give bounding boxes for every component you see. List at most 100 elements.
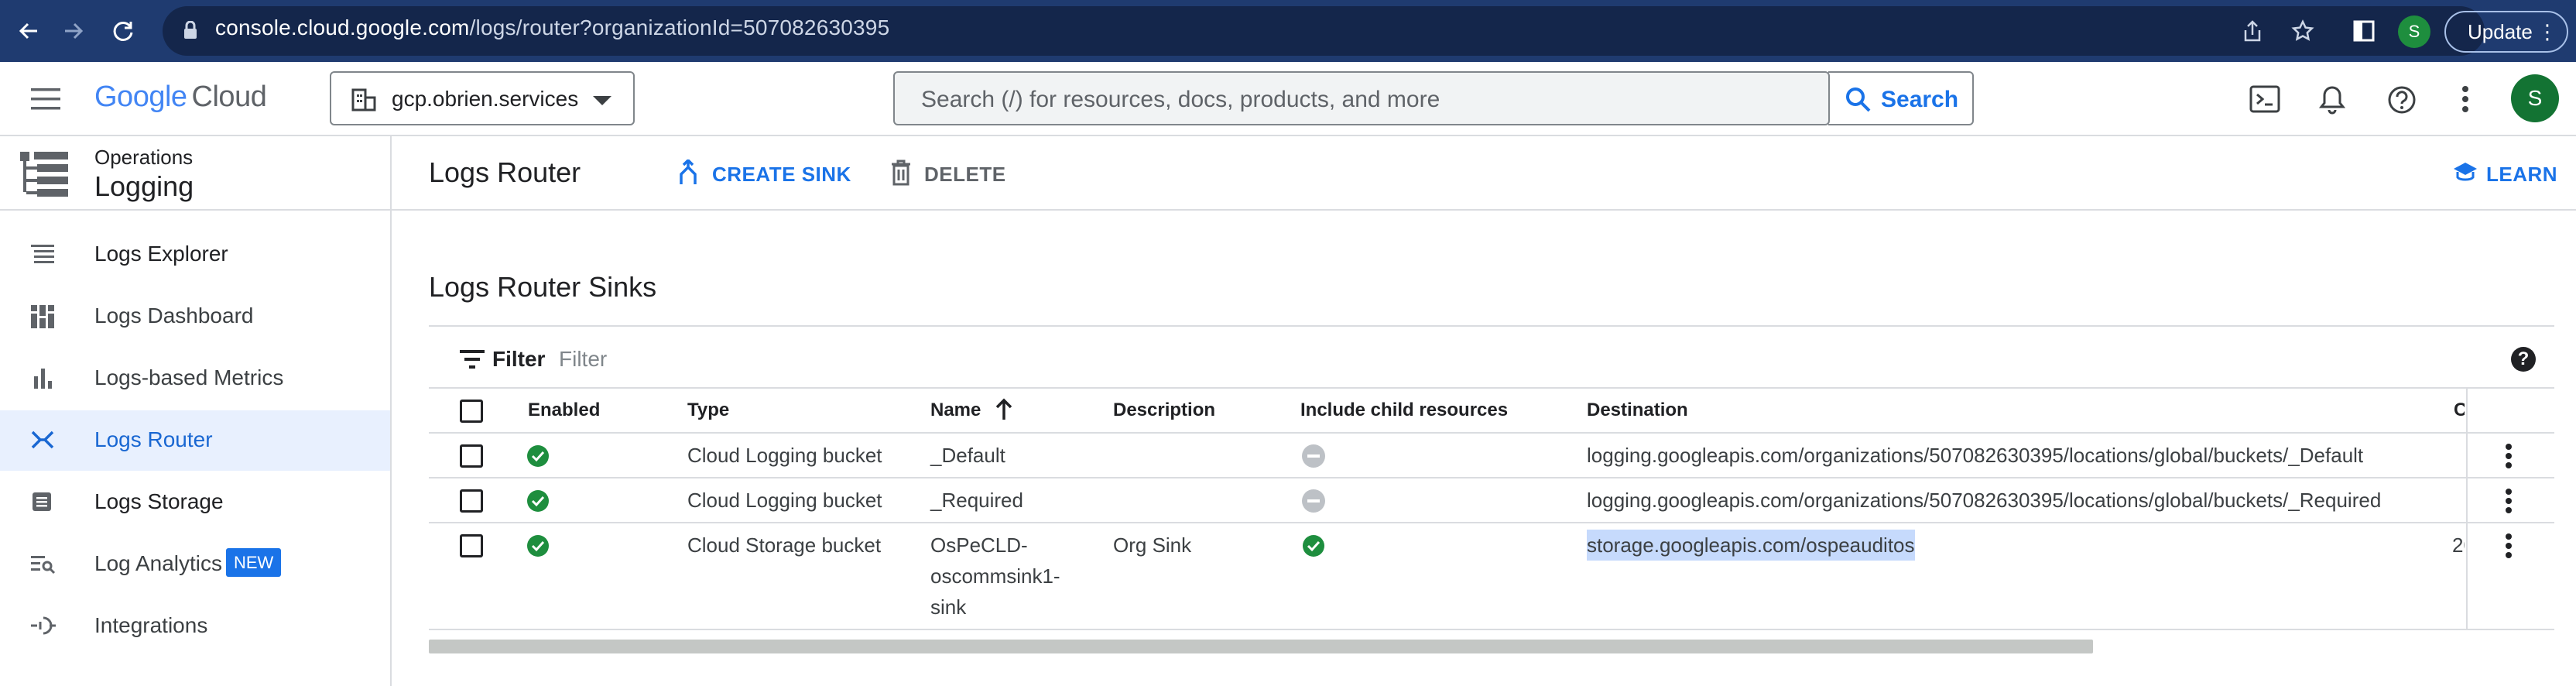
table-row[interactable]: Cloud Logging bucket _Default logging.go…: [429, 434, 2554, 478]
page-toolbar: Logs Router CREATE SINK DELETE LEARN: [392, 136, 2576, 211]
logo-google: Google: [94, 81, 187, 113]
reload-icon[interactable]: [111, 0, 135, 62]
more-vert-icon[interactable]: [2461, 85, 2469, 117]
list-icon: [31, 243, 54, 269]
google-cloud-logo[interactable]: Google Cloud: [94, 81, 267, 114]
row-checkbox[interactable]: [460, 489, 483, 513]
cell-destination[interactable]: storage.googleapis.com/ospeauditos: [1587, 530, 1915, 561]
sidebar-item-logs-storage[interactable]: Logs Storage: [0, 472, 390, 533]
sidebar-item-logs-router[interactable]: Logs Router: [0, 410, 390, 471]
cloud-header: Google Cloud gcp.obrien.services Search (…: [0, 62, 2576, 136]
search-input[interactable]: Search (/) for resources, docs, products…: [893, 71, 1830, 125]
sinks-table: Enabled Type Name Description Include ch…: [429, 389, 2554, 630]
select-all-checkbox[interactable]: [460, 400, 483, 423]
side-panel-icon[interactable]: [2353, 0, 2375, 62]
sidebar-item-log-analytics[interactable]: Log Analytics NEW: [0, 534, 390, 595]
search-button[interactable]: Search: [1828, 71, 1974, 125]
logo-cloud: Cloud: [191, 81, 267, 113]
new-badge: NEW: [226, 548, 282, 577]
cell-name-line[interactable]: sink: [930, 592, 966, 623]
forward-icon[interactable]: [62, 0, 85, 62]
column-destination[interactable]: Destination: [1587, 400, 1688, 421]
analytics-icon: [31, 553, 56, 578]
filter-label: Filter: [492, 347, 546, 371]
row-checkbox[interactable]: [460, 444, 483, 468]
included-check-icon: [1303, 535, 1324, 557]
sidebar-item-label: Logs Dashboard: [94, 304, 254, 328]
column-name[interactable]: Name: [930, 400, 981, 421]
section-title: Logs Router Sinks: [429, 271, 657, 303]
sort-ascending-icon[interactable]: [994, 398, 1014, 425]
filter-icon[interactable]: [460, 350, 485, 372]
resource-picker[interactable]: gcp.obrien.services: [330, 71, 635, 125]
row-actions-icon[interactable]: [2505, 443, 2513, 469]
cloud-shell-icon[interactable]: [2249, 85, 2280, 117]
org-name: gcp.obrien.services: [392, 87, 579, 111]
table-row[interactable]: Cloud Logging bucket _Required logging.g…: [429, 478, 2554, 523]
filter-bar: Filter Filter ?: [429, 325, 2554, 389]
share-icon[interactable]: [2242, 0, 2263, 62]
chrome-menu-icon[interactable]: ⋮: [2537, 12, 2557, 51]
lock-icon[interactable]: [183, 21, 198, 39]
cell-type: Cloud Logging bucket: [687, 489, 882, 512]
filter-input[interactable]: Filter: [559, 347, 607, 372]
storage-icon: [31, 491, 53, 516]
column-type[interactable]: Type: [687, 400, 729, 421]
sidebar-item-label: Logs-based Metrics: [94, 365, 284, 389]
column-include-child[interactable]: Include child resources: [1300, 400, 1508, 421]
horizontal-scrollbar[interactable]: [429, 640, 2093, 653]
delete-button[interactable]: DELETE: [890, 159, 1014, 190]
column-created[interactable]: C: [2454, 400, 2465, 421]
account-avatar[interactable]: S: [2511, 74, 2559, 122]
cell-name-line[interactable]: OsPeCLD-: [930, 530, 1028, 561]
cell-type: Cloud Storage bucket: [687, 533, 882, 557]
chrome-profile-avatar[interactable]: S: [2398, 15, 2430, 48]
table-row[interactable]: Cloud Storage bucket OsPeCLD- oscommsink…: [429, 523, 2554, 630]
row-actions-icon[interactable]: [2505, 488, 2513, 514]
enabled-check-icon: [527, 445, 549, 467]
sidebar-item-label: Logs Router: [94, 427, 213, 451]
update-button[interactable]: Update ⋮: [2444, 11, 2568, 53]
column-enabled[interactable]: Enabled: [528, 400, 600, 421]
cell-name[interactable]: _Required: [930, 485, 1023, 516]
enabled-check-icon: [527, 490, 549, 512]
notifications-icon[interactable]: [2318, 85, 2346, 118]
sidebar-item-logs-explorer[interactable]: Logs Explorer: [0, 225, 390, 285]
bar-chart-icon: [31, 367, 54, 393]
row-actions-icon[interactable]: [2505, 533, 2513, 559]
create-sink-button[interactable]: CREATE SINK: [678, 158, 856, 191]
url-host: console.cloud.google.com: [215, 15, 470, 39]
search-icon: [1845, 87, 1872, 119]
cell-destination[interactable]: logging.googleapis.com/organizations/507…: [1587, 440, 2363, 471]
product-name: Logging: [94, 170, 194, 202]
url-path: /logs/router?organizationId=507082630395: [469, 15, 890, 39]
chevron-down-icon: [593, 96, 611, 105]
help-icon[interactable]: [2387, 85, 2417, 118]
cell-name[interactable]: _Default: [930, 440, 1005, 471]
back-icon[interactable]: [17, 0, 40, 62]
bookmark-star-icon[interactable]: [2291, 0, 2314, 62]
row-checkbox[interactable]: [460, 534, 483, 557]
browser-toolbar: console.cloud.google.com/logs/router?org…: [0, 0, 2576, 62]
cell-name-line[interactable]: oscommsink1-: [930, 561, 1060, 592]
product-header: Operations Logging: [0, 136, 390, 211]
main-menu-icon[interactable]: [31, 88, 60, 114]
update-label: Update: [2468, 20, 2533, 43]
sticky-column-divider: [2466, 389, 2468, 630]
cell-description: Org Sink: [1113, 533, 1192, 557]
trash-icon: [890, 159, 912, 191]
column-description[interactable]: Description: [1113, 400, 1215, 421]
merge-icon: [678, 158, 698, 191]
sidebar-item-logs-based-metrics[interactable]: Logs-based Metrics: [0, 348, 390, 409]
learn-button[interactable]: LEARN: [2452, 159, 2557, 190]
integrations-icon: [31, 615, 56, 640]
search-button-label: Search: [1881, 87, 1959, 112]
sidebar-item-logs-dashboard[interactable]: Logs Dashboard: [0, 286, 390, 347]
url-text[interactable]: console.cloud.google.com/logs/router?org…: [215, 15, 889, 40]
table-header: Enabled Type Name Description Include ch…: [429, 389, 2554, 434]
router-icon: [31, 429, 54, 454]
cell-destination[interactable]: logging.googleapis.com/organizations/507…: [1587, 485, 2381, 516]
column-help-icon[interactable]: ?: [2511, 347, 2536, 372]
sidebar-item-integrations[interactable]: Integrations: [0, 596, 390, 657]
organization-icon: [351, 88, 376, 115]
